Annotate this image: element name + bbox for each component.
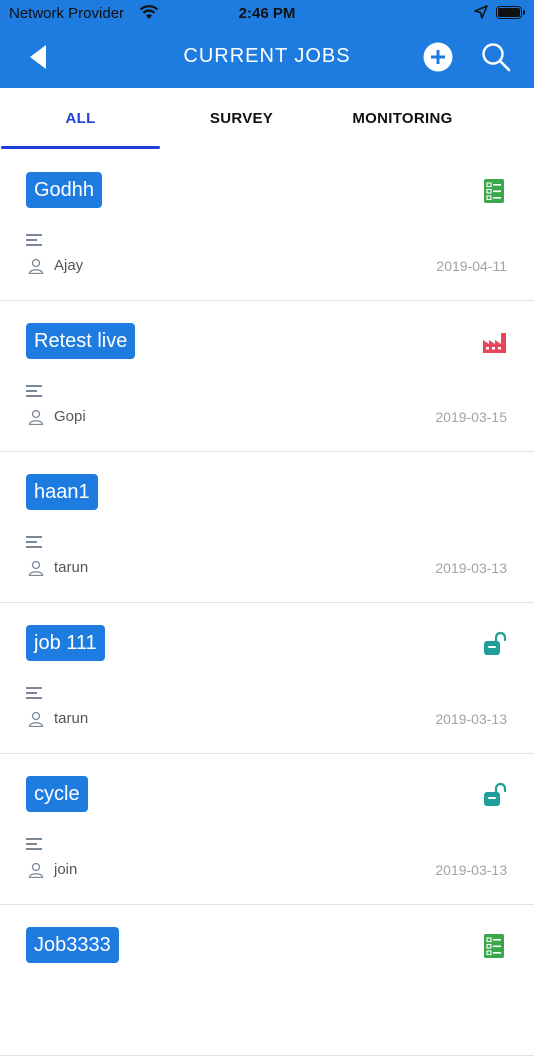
clock: 2:46 PM — [238, 5, 296, 22]
job-name-badge: haan1 — [26, 474, 98, 510]
description-icon — [26, 234, 42, 246]
job-list-item[interactable]: Godhh Ajay 2019-04-11 — [0, 150, 534, 301]
description-icon — [26, 687, 42, 699]
job-name-badge: job 111 — [26, 625, 105, 661]
job-user: Ajay — [54, 257, 84, 274]
page-title: CURRENT JOBS — [183, 45, 351, 67]
user-icon — [28, 560, 44, 576]
category-tabs: ALL SURVEY MONITORING — [0, 88, 534, 150]
description-icon — [26, 536, 42, 548]
search-button[interactable] — [481, 42, 511, 72]
job-user: tarun — [54, 559, 89, 576]
factory-icon — [483, 333, 506, 353]
description-icon — [26, 385, 42, 397]
description-icon — [26, 838, 42, 850]
job-user: Gopi — [54, 408, 86, 425]
user-icon — [28, 409, 44, 425]
location-arrow-icon — [474, 5, 488, 19]
unlocked-icon — [484, 782, 507, 806]
nav-bar: CURRENT JOBS — [0, 27, 534, 88]
job-date: 2019-03-13 — [435, 711, 507, 727]
job-date: 2019-03-13 — [435, 862, 507, 878]
user-icon — [28, 258, 44, 274]
job-date: 2019-03-13 — [435, 560, 507, 576]
job-list-item[interactable]: job 111 tarun 2019-03-13 — [0, 603, 534, 754]
job-user: tarun — [54, 710, 89, 727]
job-list-item[interactable]: cycle join 2019-03-13 — [0, 754, 534, 905]
status-bar: Network Provider 2:46 PM — [0, 0, 534, 27]
tab-monitoring[interactable]: MONITORING — [322, 88, 483, 150]
add-job-button[interactable] — [423, 42, 453, 72]
checklist-icon — [484, 179, 504, 203]
job-date: 2019-04-11 — [436, 258, 507, 274]
job-name-badge: Godhh — [26, 172, 103, 208]
job-list-item[interactable]: haan1 tarun 2019-03-13 — [0, 452, 534, 603]
job-name-badge: Retest live — [26, 323, 136, 359]
job-user: join — [54, 861, 78, 878]
job-name-badge: cycle — [26, 776, 88, 812]
user-icon — [28, 862, 44, 878]
job-list-item[interactable]: Retest live Gopi 2019-03-15 — [0, 301, 534, 452]
job-list-item[interactable]: Job3333 — [0, 905, 534, 1056]
job-name-badge: Job3333 — [26, 927, 119, 963]
tab-all[interactable]: ALL — [0, 88, 161, 150]
battery-icon — [496, 6, 522, 19]
job-list: Godhh Ajay 2019-04-11 Retest live Gopi 2… — [0, 150, 534, 1056]
active-tab-indicator — [1, 146, 160, 149]
user-icon — [28, 711, 44, 727]
job-date: 2019-03-15 — [435, 409, 507, 425]
tab-survey[interactable]: SURVEY — [161, 88, 322, 150]
unlocked-icon — [484, 631, 507, 655]
checklist-icon — [484, 934, 504, 958]
